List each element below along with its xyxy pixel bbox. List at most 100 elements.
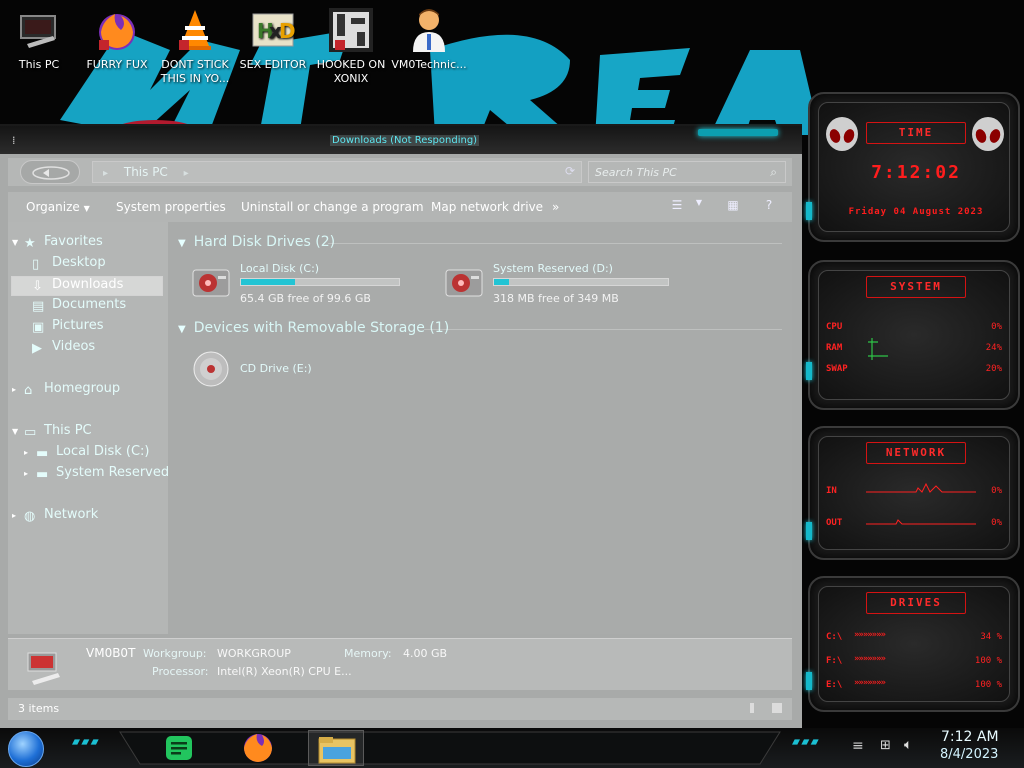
- taskbar-clock-time[interactable]: 7:12 AM: [941, 729, 999, 745]
- search-icon[interactable]: ⌕: [770, 165, 777, 180]
- nav-local-disk[interactable]: ▸ ▬ Local Disk (C:): [24, 444, 149, 464]
- content-pane: ▼ Hard Disk Drives (2) Local Disk (C:) 65…: [168, 222, 792, 634]
- explorer-window[interactable]: ⁞ Downloads (Not Responding) ▸ This PC ▸…: [0, 124, 802, 728]
- item-count: 3 items: [18, 702, 60, 715]
- group-header-hard-disks[interactable]: ▼ Hard Disk Drives (2): [178, 234, 335, 250]
- nav-label: Downloads: [52, 277, 124, 292]
- collapse-chevron-icon[interactable]: ▼: [178, 324, 186, 335]
- expand-arrow-icon[interactable]: ▸: [24, 469, 34, 478]
- group-title: Devices with Removable Storage (1): [193, 320, 450, 336]
- organize-button[interactable]: Organize ▼: [26, 200, 90, 214]
- taskbar-app-firefox[interactable]: [230, 730, 286, 766]
- search-input[interactable]: Search This PC ⌕: [588, 161, 786, 183]
- hxd-icon: HxD: [249, 6, 297, 54]
- network-traffic-graph: [866, 482, 976, 525]
- vlc-icon: [171, 6, 219, 54]
- firefox-icon: [93, 6, 141, 54]
- expand-arrow-icon[interactable]: ▸: [12, 385, 22, 394]
- explorer-titlebar[interactable]: ⁞ Downloads (Not Responding): [0, 126, 802, 154]
- desktop-icon-label: HOOKED ON XONIX: [316, 58, 386, 85]
- gadget-accent: [806, 202, 812, 220]
- expand-arrow-icon[interactable]: ▼: [12, 427, 22, 436]
- help-icon[interactable]: ?: [760, 198, 778, 214]
- nav-this-pc[interactable]: ▼ ▭ This PC: [12, 423, 92, 443]
- nav-pictures[interactable]: ▣ Pictures: [32, 318, 103, 338]
- gadget-date: Friday 04 August 2023: [848, 207, 984, 217]
- drive-name: CD Drive (E:): [240, 362, 312, 375]
- view-options-icon[interactable]: ☰: [668, 198, 686, 214]
- volume-icon[interactable]: 🔈︎: [904, 737, 912, 753]
- nav-desktop[interactable]: ▯ Desktop: [32, 255, 106, 275]
- nav-homegroup[interactable]: ▸ ⌂ Homegroup: [12, 381, 120, 401]
- nav-downloads[interactable]: ⇩ Downloads: [11, 276, 163, 296]
- group-divider: [424, 329, 782, 330]
- desktop-icon-vlc[interactable]: DONT STICK THIS IN YO...: [156, 6, 234, 90]
- group-header-removable[interactable]: ▼ Devices with Removable Storage (1): [178, 320, 449, 336]
- taskbar-app-file-explorer[interactable]: [308, 730, 364, 766]
- drives-row-value: 34 %: [980, 632, 1002, 642]
- homegroup-icon: ⌂: [24, 383, 33, 398]
- breadcrumb[interactable]: ▸ This PC ▸ ⟳: [92, 161, 582, 183]
- taskbar-app-notes[interactable]: [152, 730, 208, 766]
- time-gadget[interactable]: TIME 7:12:02 Friday 04 August 2023: [808, 92, 1020, 242]
- system-row-value: 20%: [985, 364, 1002, 374]
- refresh-icon[interactable]: ⟳: [565, 164, 575, 178]
- chevron-down-icon[interactable]: ▼: [690, 198, 708, 214]
- desktop-icon-vm0technic[interactable]: VM0Technic...: [390, 6, 468, 90]
- breadcrumb-chevron-icon[interactable]: ▸: [103, 168, 108, 179]
- desktop-icon-this-pc[interactable]: This PC: [0, 6, 78, 90]
- cd-drive-icon: [193, 351, 229, 387]
- memory-label: Memory:: [344, 647, 392, 660]
- downloads-folder-icon: ⇩: [32, 279, 43, 294]
- nav-label: Favorites: [44, 234, 103, 249]
- window-menu-icon[interactable]: ⁞: [12, 134, 22, 148]
- nav-documents[interactable]: ▤ Documents: [32, 297, 126, 317]
- uninstall-program-button[interactable]: Uninstall or change a program: [241, 200, 424, 214]
- map-network-drive-button[interactable]: Map network drive: [431, 200, 543, 214]
- drive-system-reserved-d[interactable]: System Reserved (D:) 318 MB free of 349 …: [443, 262, 693, 310]
- drive-usage-arrows: »»»»»»»: [854, 630, 886, 640]
- start-button[interactable]: [8, 731, 44, 767]
- breadcrumb-item-this-pc[interactable]: This PC: [124, 165, 168, 179]
- taskbar-frame: [119, 731, 781, 765]
- nav-label: Homegroup: [44, 381, 121, 396]
- system-properties-button[interactable]: System properties: [116, 200, 226, 214]
- gadget-accent: [806, 672, 812, 690]
- computer-name: VM0B0T: [86, 646, 136, 660]
- system-gadget[interactable]: SYSTEM CPU 0% RAM 24% SWAP 20%: [808, 260, 1020, 410]
- show-hidden-icons-icon[interactable]: ≡: [852, 738, 864, 754]
- computer-icon: [15, 6, 63, 54]
- details-view-icon[interactable]: [750, 703, 754, 713]
- gadget-accent: [806, 362, 812, 380]
- more-commands-button[interactable]: »: [552, 200, 559, 214]
- drive-local-disk-c[interactable]: Local Disk (C:) 65.4 GB free of 99.6 GB: [190, 262, 440, 310]
- expand-arrow-icon[interactable]: ▸: [24, 448, 34, 457]
- network-row-label: OUT: [826, 518, 843, 528]
- taskbar-clock-date[interactable]: 8/4/2023: [940, 747, 998, 762]
- drive-usage-arrows: »»»»»»»: [854, 678, 886, 688]
- back-arrow-icon[interactable]: [21, 161, 81, 185]
- desktop-icon-hooked-on-xonix[interactable]: HOOKED ON XONIX: [312, 6, 390, 90]
- drive-cd-e[interactable]: CD Drive (E:): [190, 348, 440, 396]
- network-gadget[interactable]: NETWORK IN 0% OUT 0%: [808, 426, 1020, 560]
- back-forward-buttons[interactable]: [20, 160, 80, 184]
- gadget-header: TIME: [866, 122, 966, 144]
- preview-pane-icon[interactable]: ▦: [724, 198, 742, 214]
- drives-row-label: C:\: [826, 632, 843, 642]
- desktop-icon-label: SEX EDITOR: [239, 58, 307, 71]
- nav-videos[interactable]: ▶ Videos: [32, 339, 95, 359]
- desktop-icon-sex-editor[interactable]: HxD SEX EDITOR: [234, 6, 312, 90]
- collapse-chevron-icon[interactable]: ▼: [178, 238, 186, 249]
- nav-system-reserved[interactable]: ▸ ▬ System Reserved: [24, 465, 169, 485]
- breadcrumb-chevron-icon[interactable]: ▸: [184, 168, 189, 179]
- large-icons-view-icon[interactable]: [772, 703, 782, 713]
- network-status-icon[interactable]: ⊞: [880, 738, 891, 753]
- nav-favorites[interactable]: ▼ ★ Favorites: [12, 234, 103, 254]
- nav-network[interactable]: ▸ ◍ Network: [12, 507, 98, 527]
- drives-gadget[interactable]: DRIVES C:\ »»»»»»» 34 % F:\ »»»»»»» 100 …: [808, 576, 1020, 712]
- desktop-icon-furry-fux[interactable]: FURRY FUX: [78, 6, 156, 90]
- notes-app-icon: [166, 736, 192, 760]
- gadget-accent: [806, 522, 812, 540]
- expand-arrow-icon[interactable]: ▸: [12, 511, 22, 520]
- expand-arrow-icon[interactable]: ▼: [12, 238, 22, 247]
